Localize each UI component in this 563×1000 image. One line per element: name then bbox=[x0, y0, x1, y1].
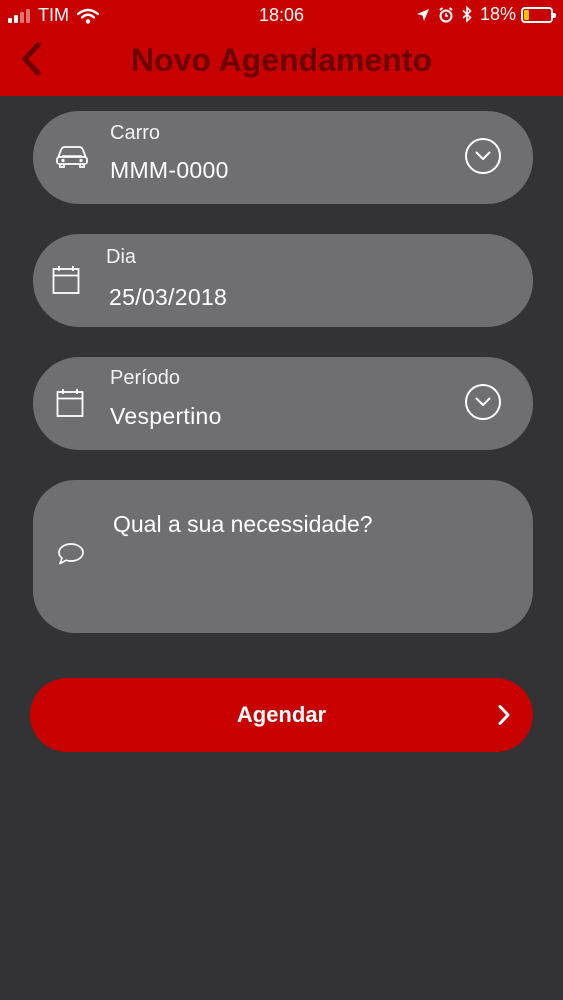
period-label: Período bbox=[110, 367, 181, 389]
bluetooth-icon bbox=[462, 6, 472, 23]
submit-button[interactable]: Agendar bbox=[30, 678, 533, 752]
battery-icon bbox=[521, 6, 556, 23]
need-placeholder: Qual a sua necessidade? bbox=[113, 511, 373, 537]
calendar-icon bbox=[56, 389, 84, 417]
car-icon bbox=[56, 146, 88, 168]
car-value: MMM-0000 bbox=[110, 157, 229, 183]
day-value: 25/03/2018 bbox=[109, 284, 228, 310]
chevron-right-icon bbox=[498, 705, 510, 725]
car-label: Carro bbox=[110, 122, 161, 144]
status-right: 18% bbox=[408, 4, 556, 25]
status-bar: TIM 18:06 18% bbox=[0, 0, 563, 32]
page-title: Novo Agendamento bbox=[130, 42, 433, 78]
speech-bubble-icon bbox=[58, 543, 84, 565]
location-arrow-icon bbox=[416, 8, 429, 21]
period-value: Vespertino bbox=[110, 403, 222, 429]
period-dropdown-button[interactable] bbox=[465, 384, 501, 420]
day-field[interactable]: Dia 25/03/2018 bbox=[33, 234, 533, 327]
chevron-down-icon bbox=[475, 151, 491, 160]
alarm-icon bbox=[439, 6, 453, 22]
app-header: TIM 18:06 18% Novo Agendamento bbox=[0, 0, 563, 96]
chevron-down-icon bbox=[475, 397, 491, 406]
need-textarea[interactable]: Qual a sua necessidade? bbox=[33, 480, 533, 633]
period-select[interactable]: Período Vespertino bbox=[33, 357, 533, 450]
car-select[interactable]: Carro MMM-0000 bbox=[33, 111, 533, 204]
car-dropdown-button[interactable] bbox=[465, 138, 501, 174]
submit-label: Agendar bbox=[236, 702, 327, 727]
day-label: Dia bbox=[106, 246, 137, 268]
battery-percentage: 18% bbox=[479, 4, 516, 24]
calendar-icon bbox=[52, 266, 80, 294]
battery-fill bbox=[524, 9, 529, 20]
